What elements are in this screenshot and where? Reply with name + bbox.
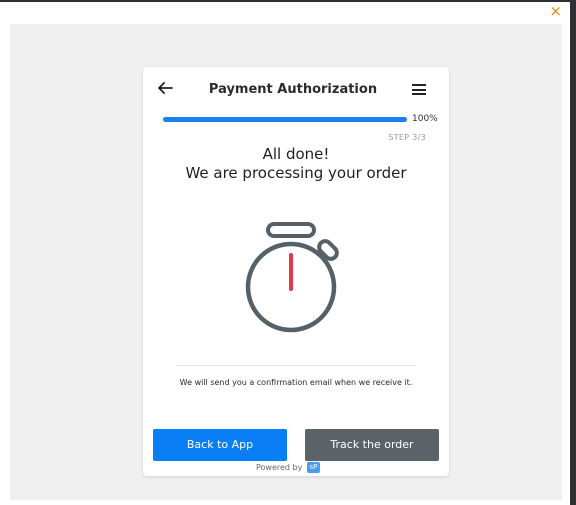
arrow-left-icon[interactable]: [156, 80, 174, 96]
close-icon[interactable]: ×: [549, 3, 562, 19]
back-to-app-button[interactable]: Back to App: [153, 429, 287, 461]
brand-logo: sP: [306, 462, 320, 473]
powered-by: Powered by sP: [256, 462, 320, 473]
modal-content-area: Payment Authorization 100% STEP 3/3 All …: [10, 24, 562, 500]
track-order-button[interactable]: Track the order: [305, 429, 439, 461]
status-heading: All done!: [262, 145, 330, 163]
status-subheading: We are processing your order: [185, 164, 407, 182]
step-indicator: STEP 3/3: [388, 133, 426, 142]
powered-by-label: Powered by: [256, 463, 303, 472]
page-title: Payment Authorization: [208, 82, 378, 97]
backdrop-edge: [570, 0, 576, 505]
modal-frame: × Payment Authorization 100% STEP 3/3 Al…: [0, 2, 570, 505]
stopwatch-icon: [245, 222, 339, 333]
progress-bar-fill: [163, 117, 407, 122]
divider: [176, 365, 416, 366]
progress-percent: 100%: [412, 114, 438, 124]
confirmation-note: We will send you a confirmation email wh…: [179, 378, 413, 387]
hamburger-menu-icon[interactable]: [412, 84, 426, 95]
payment-card: Payment Authorization 100% STEP 3/3 All …: [143, 67, 449, 476]
progress-bar: [163, 117, 407, 122]
